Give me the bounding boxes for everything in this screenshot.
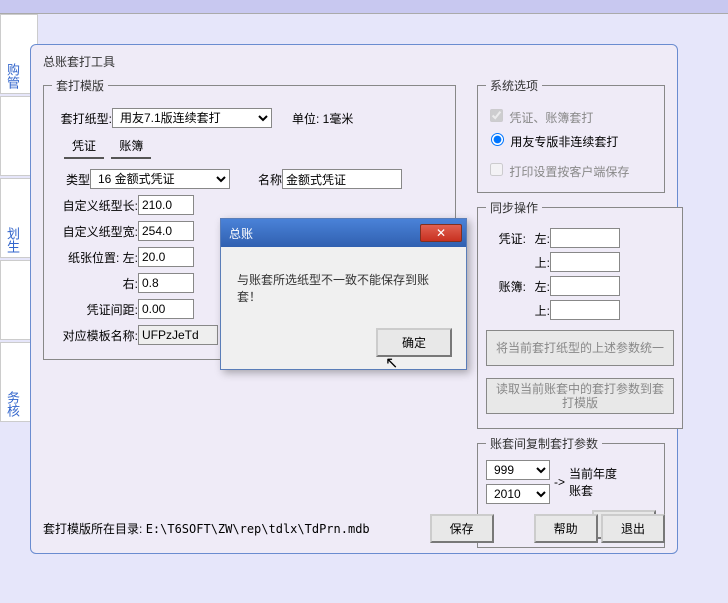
arrow-icon: -> [554,475,565,489]
sync-pz-left[interactable] [550,228,620,248]
sysopt-legend: 系统选项 [486,77,542,94]
tab-ledger[interactable]: 账簿 [111,134,151,159]
sync-unify-button: 将当前套打纸型的上述参数统一 [486,330,674,366]
tmplname-input [138,325,218,345]
unit-label: 单位: 1毫米 [292,110,353,127]
sync-zb-left[interactable] [550,276,620,296]
sync-zb-label: 账簿: [486,278,526,295]
tmplname-label: 对应模板名称: [52,327,138,344]
sync-top-label: 上: [526,254,550,271]
chk-bundle [490,109,503,122]
message-dialog: 总账 ✕ 与账套所选纸型不一致不能保存到账套！ 确定 [220,218,467,370]
sync-legend: 同步操作 [486,199,542,216]
copy-acct-select[interactable]: 999 [486,460,550,480]
paper-select[interactable]: 用友7.1版连续套打 [112,108,272,128]
window-title: 总账套打工具 [31,45,677,70]
dialog-title: 总账 [229,225,253,242]
path-label: 套打模版所在目录: [43,522,142,536]
wid-input[interactable] [138,221,194,241]
gap-label: 凭证间距: [52,301,138,318]
path-value: E:\T6SOFT\ZW\rep\tdlx\TdPrn.mdb [146,522,370,536]
copy-year-select[interactable]: 2010 [486,484,550,504]
sync-fieldset: 同步操作 凭证: 左: 上: 账簿: 左: 上: 将当前套打纸型的上述参 [477,199,683,429]
len-label: 自定义纸型长: [52,197,138,214]
sync-read-button: 读取当前账套中的套打参数到套打模版 [486,378,674,414]
type-select[interactable]: 16 金额式凭证 [90,169,230,189]
len-input[interactable] [138,195,194,215]
pos-left-input[interactable] [138,247,194,267]
paper-label: 套打纸型: [52,110,112,127]
tab-voucher[interactable]: 凭证 [64,134,104,159]
gap-input[interactable] [138,299,194,319]
sync-left-label: 左: [526,230,550,247]
wid-label: 自定义纸型宽: [52,223,138,240]
top-strip [0,0,728,14]
sync-top-label2: 上: [526,302,550,319]
name-label: 名称 [242,171,282,188]
copy-legend: 账套间复制套打参数 [486,435,602,452]
help-button[interactable]: 帮助 [534,514,598,543]
sync-pz-top[interactable] [550,252,620,272]
dialog-message: 与账套所选纸型不一致不能保存到账套！ [221,247,466,329]
ok-button[interactable]: 确定 [376,328,452,357]
save-button[interactable]: 保存 [430,514,494,543]
pos-left-label: 纸张位置: 左: [52,249,138,266]
type-label: 类型 [60,171,90,188]
copy-target-label: 当前年度账套 [569,465,617,499]
pos-right-input[interactable] [138,273,194,293]
sync-pz-label: 凭证: [486,230,526,247]
sync-zb-top[interactable] [550,300,620,320]
close-icon[interactable]: ✕ [420,224,462,242]
pos-right-label: 右: [52,275,138,292]
name-input[interactable] [282,169,402,189]
template-legend: 套打模版 [52,77,108,94]
sync-left-label2: 左: [526,278,550,295]
sysopt-fieldset: 系统选项 凭证、账簿套打 用友专版非连续套打 打印设置按客户端保存 [477,77,665,193]
exit-button[interactable]: 退出 [601,514,665,543]
chk-clientsave [490,163,503,176]
radio-nonconsec[interactable] [491,133,504,146]
